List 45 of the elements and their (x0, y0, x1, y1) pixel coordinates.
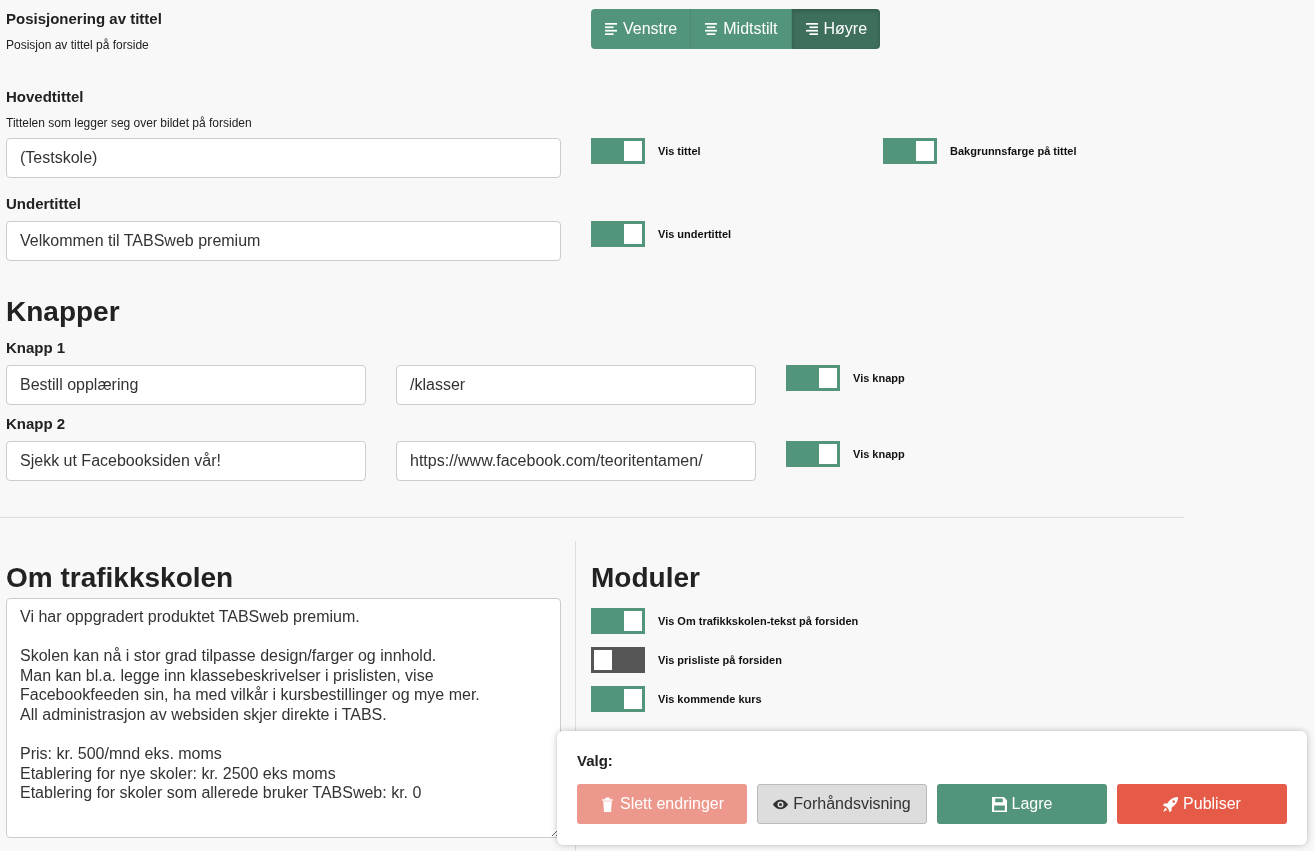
rocket-icon (1163, 796, 1179, 812)
toggle-label: Vis knapp (853, 372, 905, 384)
align-center-icon (704, 23, 719, 35)
field-label: Hovedtittel (6, 88, 85, 106)
toggle-label: Vis tittel (658, 145, 701, 157)
field-label: Knapp 2 (6, 415, 67, 433)
panel-label: Valg: (577, 752, 614, 770)
toggle-switch[interactable] (786, 365, 840, 391)
align-left-icon (604, 23, 618, 35)
input-field[interactable]: Velkommen til TABSweb premium (6, 221, 561, 261)
toggle-label: Bakgrunnsfarge på tittel (950, 145, 1077, 157)
input-field[interactable]: (Testskole) (6, 138, 561, 178)
toggle-switch[interactable] (591, 221, 645, 247)
input-field[interactable]: https://www.facebook.com/teoritentamen/ (396, 441, 756, 481)
text-area[interactable]: Vi har oppgradert produktet TABSweb premium. Skolen kan nå i stor grad tilpasse design/farger og innhold. Man kan bl.a. legge inn klassebeskrivelser i prislisten, vise Facebookfeeden sin, ha med vilkår i kursbestillinger og mye mer. All administrasjon av websiden skjer direkte i TABS. Pris: kr. 500/mnd eks. moms Etablering for nye skoler: kr. 2500 eks moms Etablering for skoler som allerede bruker TABSweb: kr. 0 (6, 598, 561, 838)
field-label: Posisjonering av tittel (6, 10, 163, 28)
input-field[interactable]: Sjekk ut Facebooksiden vår! (6, 441, 366, 481)
section-heading: Moduler (591, 561, 701, 595)
alignment-button[interactable]: Venstre (591, 9, 692, 49)
field-description: Posisjon av tittel på forside (6, 38, 150, 52)
action-button[interactable]: Lagre (937, 784, 1107, 824)
toggle-switch[interactable] (591, 138, 645, 164)
alignment-button[interactable]: Midtstilt (691, 9, 792, 49)
toggle-label: Vis knapp (853, 448, 905, 460)
toggle-label: Vis kommende kurs (658, 693, 762, 705)
toggle-label: Vis prisliste på forsiden (658, 654, 782, 666)
toggle-switch[interactable] (591, 647, 645, 673)
toggle-switch[interactable] (591, 608, 645, 634)
toggle-switch[interactable] (591, 686, 645, 712)
action-button[interactable]: Publiser (1117, 784, 1287, 824)
section-heading: Knapper (6, 295, 121, 329)
field-description: Tittelen som legger seg over bildet på forsiden (6, 116, 253, 130)
action-button[interactable]: Forhåndsvisning (757, 784, 927, 824)
section-heading: Om trafikkskolen (6, 561, 235, 595)
input-field[interactable]: /klasser (396, 365, 756, 405)
align-right-icon (804, 23, 819, 35)
toggle-label: Vis undertittel (658, 228, 732, 240)
field-label: Undertittel (6, 195, 82, 213)
field-label: Knapp 1 (6, 339, 67, 357)
trash-icon (599, 796, 615, 812)
alignment-button[interactable]: Høyre (791, 9, 881, 49)
toggle-switch[interactable] (786, 441, 840, 467)
toggle-switch[interactable] (883, 138, 937, 164)
input-field[interactable]: Bestill opplæring (6, 365, 366, 405)
toggle-label: Vis Om trafikkskolen-tekst på forsiden (658, 615, 859, 627)
